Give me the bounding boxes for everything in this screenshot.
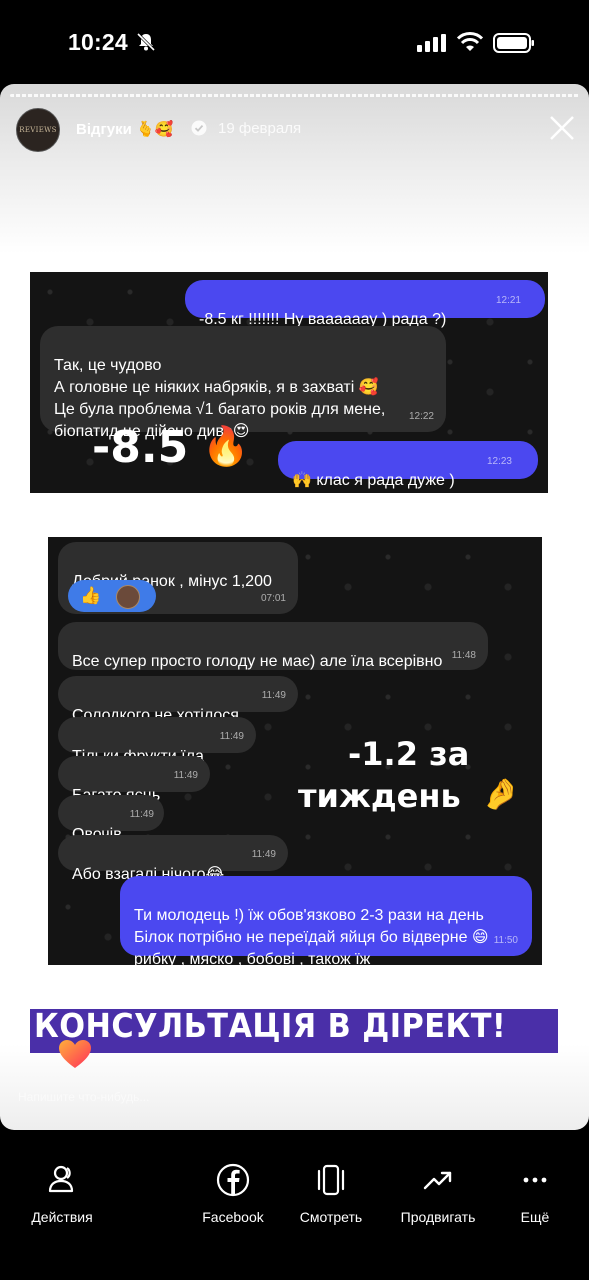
story-username[interactable]: Відгуки 🫰🥰 [76,120,173,138]
action-label: Ещё [520,1209,550,1225]
message-time: 11:50 [493,935,518,946]
action-label: Действия [31,1209,93,1225]
weekly-result-overlay-line1: -1.2 за [348,735,470,773]
chat-message: Багато яєць 11:49 [58,756,210,804]
chat-screenshot-2: Добрий ранок , мінус 1,200 👍 07:01 Все с… [48,537,542,965]
status-time: 10:24 [68,29,128,55]
message-time: 11:49 [219,731,244,742]
chat-message: Ти молодець !) їж обов'язково 2-3 рази н… [120,876,532,965]
chat-message: Так, це чудово А головне це ніяких набря… [40,326,446,440]
reaction-avatar [116,585,140,609]
status-bar: 10:24 [0,0,589,84]
message-text: Все супер просто голоду не має) але їла … [72,653,443,670]
message-time: 11:48 [451,650,476,661]
message-time: 12:22 [408,411,434,422]
heart-icon[interactable] [58,1039,92,1069]
avatar-logo-text: REVIEWS [19,126,57,134]
chat-message: 🙌 клас я рада дуже ) 12:23 [278,441,538,489]
consultation-banner: КОНСУЛЬТАЦІЯ В ДІРЕКТ! [34,1006,507,1045]
more-button[interactable]: Ещё [480,1163,589,1225]
people-icon [48,1165,74,1193]
view-button[interactable]: Смотреть [276,1163,386,1225]
chat-message: Все супер просто голоду не має) але їла … [58,622,488,670]
story-date: 19 февраля [218,120,302,137]
verified-icon [191,120,207,136]
signal-icon [417,34,446,52]
message-time: 11:49 [251,849,276,860]
bell-off-icon [136,32,156,52]
wifi-icon [457,32,483,51]
chat-screenshot-1: -8.5 кг !!!!!!! Ну ваааааау ) рада ?) 12… [30,272,548,493]
message-time: 12:21 [495,295,521,306]
message-time: 11:49 [173,770,198,781]
fire-emoji: 🔥 [202,424,250,468]
facebook-button[interactable]: Facebook [178,1163,288,1225]
thumbs-up-icon: 👍 [80,586,102,605]
chat-message: Або взагалі нічого😂 11:49 [58,835,288,883]
action-label: Продвигать [400,1209,476,1225]
chat-message: Тільки фрукти їла 11:49 [58,717,256,765]
actions-button[interactable]: Действия [7,1163,117,1225]
weight-loss-overlay: -8.5 [92,422,189,473]
story-card[interactable]: REVIEWS Відгуки 🫰🥰 19 февраля -8.5 кг !!… [0,84,589,1130]
action-label: Смотреть [299,1209,363,1225]
more-icon [523,1177,547,1183]
story-progress-bar [10,94,579,97]
avatar[interactable]: REVIEWS [16,108,60,152]
battery-icon [493,33,534,53]
action-label: Facebook [202,1209,264,1225]
message-text: 🙌 клас я рада дуже ) [292,472,455,489]
pinched-fingers-emoji: 🤌 [482,777,520,812]
message-time: 11:49 [129,809,154,820]
message-time: 11:49 [261,690,286,701]
facebook-icon [216,1163,250,1197]
chat-message: Добрий ранок , мінус 1,200 👍 07:01 [58,542,298,614]
reaction-badge[interactable]: 👍 [68,580,156,612]
close-icon[interactable] [548,114,576,142]
chat-message: Овочів 11:49 [58,795,164,843]
promote-button[interactable]: Продвигать [383,1163,493,1225]
reply-input[interactable]: Напишите что-нибудь... [18,1090,149,1104]
chat-message: -8.5 кг !!!!!!! Ну ваааааау ) рада ?) 12… [185,280,545,328]
chat-message: Солодкого не хотілося 11:49 [58,676,298,724]
trending-up-icon [423,1171,452,1190]
message-time: 12:23 [486,456,512,467]
message-text: Ти молодець !) їж обов'язково 2-3 рази н… [134,907,489,965]
message-time: 07:01 [260,593,286,604]
weekly-result-overlay-line2: тиждень [298,777,461,815]
phone-view-icon [317,1164,345,1196]
